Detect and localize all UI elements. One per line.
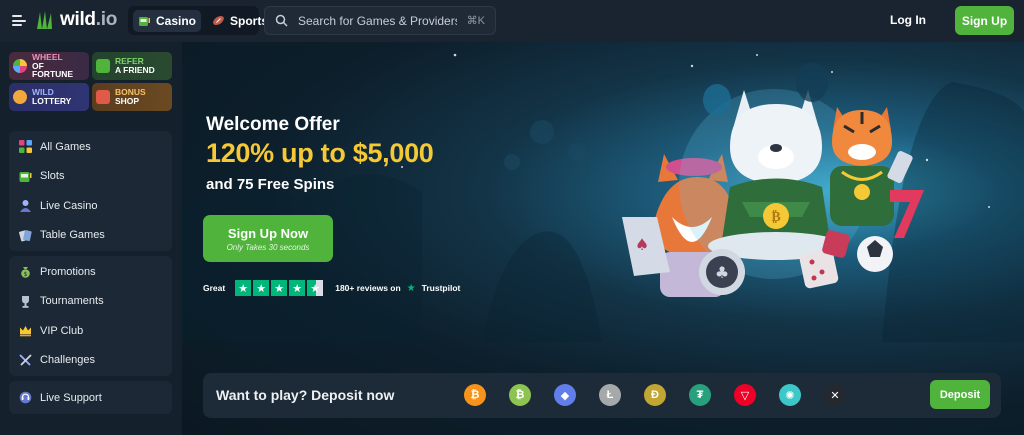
- rating-stars: ★ ★ ★ ★ ★: [235, 280, 324, 296]
- deposit-bar: Want to play? Deposit now ₿ ₿ ◆ Ł Ð ₮ ▽ …: [203, 373, 1001, 418]
- dogecoin-icon: Ð: [644, 384, 666, 406]
- star-icon: ★: [235, 280, 252, 296]
- sidebar-item-label: Table Games: [40, 229, 105, 242]
- hero-signup-label: Sign Up Now: [227, 225, 309, 241]
- hero-welcome: Welcome Offer: [206, 114, 340, 135]
- tab-sports-label: Sports: [230, 13, 269, 28]
- reviews-count: 180+ reviews on: [335, 283, 401, 293]
- logo-text: wild: [60, 9, 96, 30]
- ripple-icon: ✕: [824, 384, 846, 406]
- cards-icon: [19, 229, 32, 242]
- tab-casino-label: Casino: [156, 13, 197, 28]
- sidebar-item-label: Challenges: [40, 354, 96, 367]
- promo-wild-lottery[interactable]: Wild Lottery: [9, 83, 89, 111]
- support-nav: Live Support: [9, 381, 172, 414]
- games-nav: All Games Slots Live Casino Table Games: [9, 131, 172, 251]
- bitcoin-cash-icon: ₿: [509, 384, 531, 406]
- money-bag-icon: $: [21, 267, 30, 278]
- tether-icon: ₮: [689, 384, 711, 406]
- litecoin-icon: Ł: [599, 384, 621, 406]
- sidebar-item-label: Tournaments: [40, 295, 104, 308]
- refer-icon: [96, 59, 110, 73]
- trustpilot-rating[interactable]: Great ★ ★ ★ ★ ★ 180+ reviews on ★ Trustp…: [203, 280, 460, 296]
- login-button[interactable]: Log In: [890, 13, 926, 27]
- sidebar-item-label: All Games: [40, 140, 91, 153]
- sidebar-item-label: Promotions: [40, 265, 96, 278]
- promo-bonus-shop[interactable]: Bonus Shop: [92, 83, 172, 111]
- sidebar-item-live-support[interactable]: Live Support: [9, 383, 172, 413]
- lottery-icon: [13, 90, 27, 104]
- menu-toggle-icon[interactable]: [12, 15, 26, 26]
- sidebar-item-challenges[interactable]: Challenges: [9, 346, 172, 376]
- star-icon: ★: [253, 280, 270, 296]
- bitcoin-icon: ₿: [464, 384, 486, 406]
- grid-icon: [19, 140, 32, 154]
- sidebar-item-promotions[interactable]: $ Promotions: [9, 257, 172, 287]
- slot-machine-icon: [19, 171, 32, 182]
- svg-text:₿: ₿: [771, 209, 780, 225]
- sidebar-item-vip-club[interactable]: VIP Club: [9, 316, 172, 346]
- promo-wheel-of-fortune[interactable]: Wheel of Fortune: [9, 52, 89, 80]
- hero-signup-button[interactable]: Sign Up Now Only Takes 30 seconds: [203, 215, 333, 262]
- search-icon: [275, 14, 288, 27]
- promo-refer-a-friend[interactable]: Refer a Friend: [92, 52, 172, 80]
- support-icon: [19, 391, 32, 404]
- sidebar-item-all-games[interactable]: All Games: [9, 132, 172, 162]
- deposit-button[interactable]: Deposit: [930, 380, 990, 409]
- trustpilot-star-icon: ★: [406, 282, 416, 294]
- ethereum-icon: ◆: [554, 384, 576, 406]
- deposit-prompt: Want to play? Deposit now: [216, 387, 395, 403]
- sidebar-item-label: Slots: [40, 170, 65, 183]
- hero-banner: ₿ ♣ ♠ Welcome Offer 120% up to $5,000 an…: [182, 42, 1024, 435]
- star-icon: ★: [289, 280, 306, 296]
- shop-icon: [96, 90, 110, 104]
- cardano-icon: ✺: [779, 384, 801, 406]
- tron-icon: ▽: [734, 384, 756, 406]
- hero-free-spins: and 75 Free Spins: [206, 176, 335, 193]
- hero-offer: 120% up to $5,000: [206, 138, 434, 168]
- trophy-icon: [22, 295, 29, 308]
- sidebar: Wheel of Fortune Refer a Friend Wild Lotter…: [0, 42, 182, 435]
- svg-text:♠: ♠: [635, 235, 649, 254]
- slot-machine-icon: [139, 17, 150, 26]
- tab-casino[interactable]: Casino: [133, 9, 202, 32]
- star-icon: ★: [271, 280, 288, 296]
- star-half-icon: ★: [307, 280, 324, 296]
- top-bar: wild.io Casino Sports ⌘K Log In Sign Up: [0, 0, 1024, 42]
- promo-grid: Wheel of Fortune Refer a Friend Wild Lotter…: [9, 52, 172, 111]
- signup-button[interactable]: Sign Up: [955, 6, 1014, 35]
- search-box[interactable]: ⌘K: [264, 6, 496, 35]
- sidebar-item-label: Live Support: [40, 391, 102, 404]
- category-switch: Casino Sports: [128, 6, 268, 35]
- swords-icon: [19, 354, 32, 366]
- search-input[interactable]: [298, 13, 457, 28]
- svg-text:$: $: [24, 271, 28, 278]
- more-nav: $ Promotions Tournaments VIP Club Challe…: [9, 256, 172, 376]
- sidebar-item-table-games[interactable]: Table Games: [9, 221, 172, 251]
- crown-icon: [20, 326, 31, 337]
- logo-claw-icon: [37, 11, 52, 29]
- football-icon: [213, 15, 224, 26]
- hero-signup-sub: Only Takes 30 seconds: [226, 242, 310, 252]
- sidebar-item-label: VIP Club: [40, 324, 84, 337]
- tiger-mascot: [830, 107, 894, 226]
- sidebar-item-tournaments[interactable]: Tournaments: [9, 287, 172, 317]
- rating-word: Great: [203, 283, 226, 293]
- logo-suffix: .io: [95, 9, 118, 30]
- svg-text:♣: ♣: [715, 263, 729, 282]
- search-shortcut: ⌘K: [466, 15, 485, 27]
- sidebar-item-slots[interactable]: Slots: [9, 162, 172, 192]
- trustpilot-label: Trustpilot: [421, 283, 461, 293]
- live-dealer-icon: [20, 200, 31, 213]
- sidebar-item-live-casino[interactable]: Live Casino: [9, 191, 172, 221]
- sidebar-item-label: Live Casino: [40, 199, 98, 212]
- wheel-icon: [13, 59, 27, 73]
- logo[interactable]: wild.io: [34, 9, 117, 31]
